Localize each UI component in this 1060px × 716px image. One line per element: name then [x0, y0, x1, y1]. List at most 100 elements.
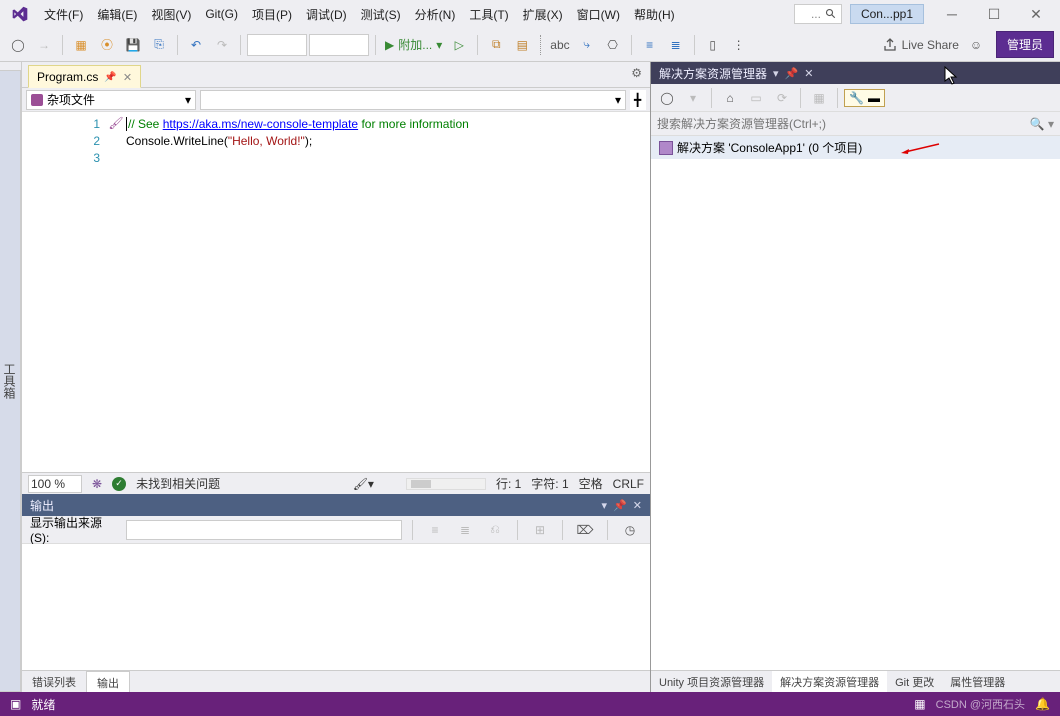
tool-icon-1[interactable]: ⧉ [484, 33, 508, 57]
crumb-namespace-dropdown[interactable]: ▾ [200, 90, 626, 110]
tabstrip-gear-icon[interactable]: ⚙ [631, 66, 642, 80]
menu-debug[interactable]: 调试(D) [300, 2, 353, 27]
bookmark-nav-icon[interactable]: ⋮ [727, 33, 751, 57]
output-clock-icon[interactable]: ◷ [618, 518, 642, 542]
sol-close-icon[interactable]: ✕ [804, 67, 813, 80]
toolbox-label: 工具箱 [0, 70, 21, 692]
crumb-split-icon[interactable]: ╋ [630, 90, 646, 110]
pin-icon[interactable]: 📌 [104, 72, 116, 83]
output-window-icon[interactable]: ▣ [10, 697, 21, 711]
main-toolbar: ◯ → ▦ ⦿ 💾 ⎘ ↶ ↷ ▶ 附加... ▾ ▷ ⧉ ▤ abc ⤷ ⎔ … [0, 28, 1060, 62]
sol-sync-icon[interactable]: ⟳ [770, 86, 794, 110]
health-icon[interactable]: ❋ [92, 477, 102, 491]
menu-edit[interactable]: 编辑(E) [91, 2, 143, 27]
tool-icon-2[interactable]: ▤ [510, 33, 534, 57]
new-project-icon[interactable]: ▦ [69, 33, 93, 57]
close-button[interactable]: ✕ [1016, 2, 1056, 26]
output-close-icon[interactable]: ✕ [633, 499, 642, 512]
output-source-dropdown[interactable] [126, 520, 402, 540]
redo-icon[interactable]: ↷ [210, 33, 234, 57]
notification-icon[interactable]: 🔔 [1035, 697, 1050, 711]
document-tab-program[interactable]: Program.cs 📌 ✕ [28, 65, 141, 88]
output-panel-header[interactable]: 输出 ▾ 📌 ✕ [22, 494, 650, 516]
open-file-icon[interactable]: ⦿ [95, 33, 119, 57]
solution-root-node[interactable]: 解决方案 'ConsoleApp1' (0 个项目) [651, 136, 1060, 159]
menu-extensions[interactable]: 扩展(X) [517, 2, 569, 27]
menu-window[interactable]: 窗口(W) [571, 2, 626, 27]
lightbulb-icon[interactable]: 🖌 [106, 112, 126, 472]
solution-tree[interactable]: 解决方案 'ConsoleApp1' (0 个项目) [651, 136, 1060, 670]
h-scrollbar[interactable] [406, 478, 486, 490]
nav-back-icon[interactable]: ◯ [6, 33, 30, 57]
undo-icon[interactable]: ↶ [184, 33, 208, 57]
menu-tools[interactable]: 工具(T) [463, 2, 514, 27]
solution-search[interactable]: 🔍 ▾ [651, 112, 1060, 136]
tool-icon-5[interactable]: ⎔ [601, 33, 625, 57]
csharp-icon [31, 94, 43, 106]
sol-properties-group[interactable]: 🔧▬ [844, 89, 885, 107]
solution-explorer-header[interactable]: 解决方案资源管理器 ▾ 📌 ✕ [651, 62, 1060, 84]
menu-view[interactable]: 视图(V) [145, 2, 197, 27]
menu-project[interactable]: 项目(P) [246, 2, 298, 27]
output-pin-icon[interactable]: 📌 [613, 499, 627, 512]
tool-icon-4[interactable]: ⤷ [575, 33, 599, 57]
output-tb-1[interactable]: ≡ [423, 518, 447, 542]
rtab-unity[interactable]: Unity 项目资源管理器 [651, 671, 772, 692]
solution-toolbar: ◯ ▾ ⌂ ▭ ⟳ ▦ 🔧▬ [651, 84, 1060, 112]
menu-file[interactable]: 文件(F) [38, 2, 89, 27]
run-button[interactable]: ▶ 附加... ▾ [382, 33, 445, 57]
global-search-input[interactable]: ... [794, 4, 842, 24]
sol-fwd-icon[interactable]: ▾ [681, 86, 705, 110]
menubar: 文件(F) 编辑(E) 视图(V) Git(G) 项目(P) 调试(D) 测试(… [0, 0, 1060, 28]
liveshare-button[interactable]: Live Share [879, 33, 962, 57]
share-icon [882, 37, 898, 53]
solution-search-input[interactable] [657, 117, 1030, 131]
sol-home-icon[interactable]: ⌂ [718, 86, 742, 110]
rtab-git[interactable]: Git 更改 [887, 671, 942, 692]
feedback-icon[interactable]: ☺ [964, 33, 988, 57]
admin-badge[interactable]: 管理员 [996, 31, 1054, 58]
save-icon[interactable]: 💾 [121, 33, 145, 57]
zoom-dropdown[interactable]: 100 % [28, 475, 82, 493]
output-body[interactable] [22, 544, 650, 670]
sol-showall-icon[interactable]: ▦ [807, 86, 831, 110]
menu-test[interactable]: 测试(S) [355, 2, 407, 27]
output-clear-icon[interactable]: ⌦ [573, 518, 597, 542]
menu-git[interactable]: Git(G) [199, 3, 244, 25]
tab-errorlist[interactable]: 错误列表 [22, 671, 86, 692]
menu-help[interactable]: 帮助(H) [628, 2, 681, 27]
output-tb-3[interactable]: ⎌ [483, 518, 507, 542]
indent-icon[interactable]: ≡ [638, 33, 662, 57]
rtab-props[interactable]: 属性管理器 [942, 671, 1013, 692]
rtab-solution[interactable]: 解决方案资源管理器 [772, 671, 887, 692]
sol-back-icon[interactable]: ◯ [655, 86, 679, 110]
sol-pin-icon[interactable]: 📌 [785, 67, 799, 80]
output-tb-4[interactable]: ⊞ [528, 518, 552, 542]
config-dropdown[interactable] [247, 34, 307, 56]
menu-analyze[interactable]: 分析(N) [409, 2, 462, 27]
save-all-icon[interactable]: ⎘ [147, 33, 171, 57]
maximize-button[interactable]: ☐ [974, 2, 1014, 26]
sol-dropdown-icon[interactable]: ▾ [773, 67, 779, 80]
nav-fwd-icon[interactable]: → [32, 33, 56, 57]
check-icon: ✓ [112, 477, 126, 491]
sol-view-icon[interactable]: ▭ [744, 86, 768, 110]
run-no-debug-icon[interactable]: ▷ [447, 33, 471, 57]
liveshare-label: Live Share [902, 38, 959, 52]
status-tile-icon[interactable]: ▦ [914, 697, 925, 711]
outdent-icon[interactable]: ≣ [664, 33, 688, 57]
code-editor[interactable]: 1 2 3 🖌 // See https://aka.ms/new-consol… [22, 112, 650, 472]
crumb-project-dropdown[interactable]: 杂项文件 ▾ [26, 90, 196, 110]
minimize-button[interactable]: ─ [932, 2, 972, 26]
brush-icon-2[interactable]: 🖌▾ [353, 477, 374, 491]
output-dropdown-icon[interactable]: ▾ [602, 499, 608, 512]
platform-dropdown[interactable] [309, 34, 369, 56]
close-tab-icon[interactable]: ✕ [123, 71, 132, 84]
line-gutter: 1 2 3 [22, 112, 106, 472]
bookmark-icon[interactable]: ▯ [701, 33, 725, 57]
project-title-tab[interactable]: Con...pp1 [850, 4, 924, 24]
output-tb-2[interactable]: ≣ [453, 518, 477, 542]
toolbox-sidebar-tab[interactable]: 工具箱 [0, 62, 22, 692]
tool-icon-3[interactable]: abc [547, 33, 572, 57]
tab-output[interactable]: 输出 [86, 671, 130, 692]
